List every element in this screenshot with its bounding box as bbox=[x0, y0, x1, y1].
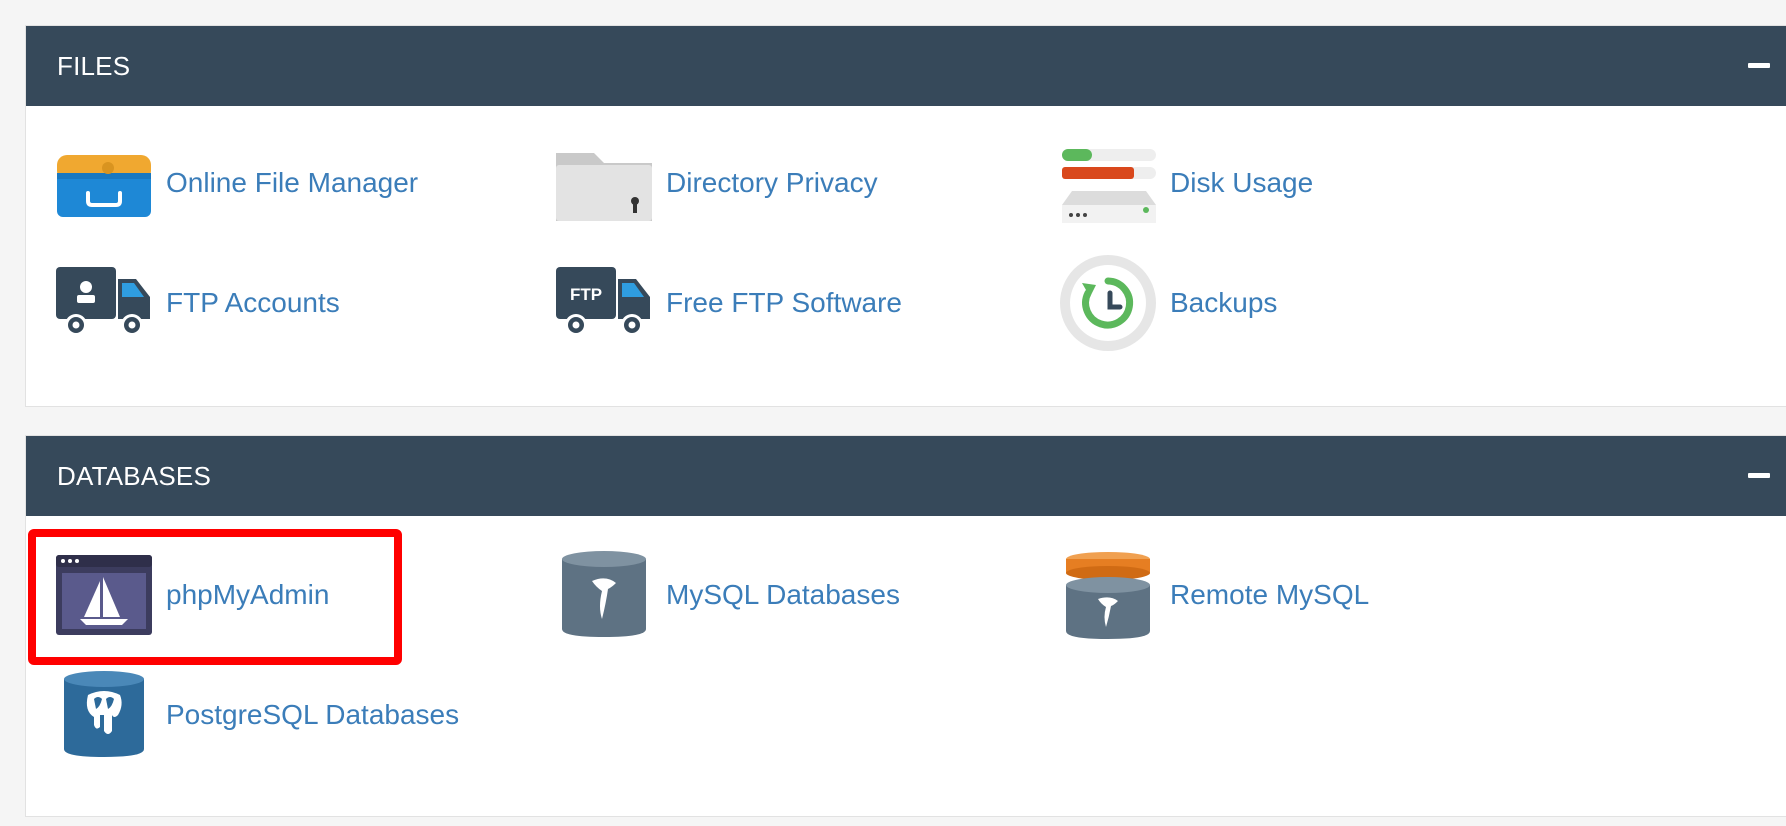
item-postgresql-databases[interactable]: PostgreSQL Databases bbox=[54, 665, 459, 765]
item-label[interactable]: Backups bbox=[1170, 287, 1277, 319]
ftp-accounts-icon bbox=[54, 253, 154, 353]
item-label[interactable]: PostgreSQL Databases bbox=[166, 699, 459, 731]
item-free-ftp-software[interactable]: FTP Free FTP Software bbox=[554, 253, 902, 353]
disk-usage-icon bbox=[1058, 133, 1158, 233]
files-panel-header[interactable]: FILES bbox=[26, 26, 1786, 106]
mysql-databases-icon bbox=[554, 545, 654, 645]
item-phpmyadmin[interactable]: phpMyAdmin bbox=[54, 545, 329, 645]
databases-collapse-button[interactable] bbox=[1740, 464, 1776, 488]
item-disk-usage[interactable]: Disk Usage bbox=[1058, 133, 1313, 233]
item-label[interactable]: Free FTP Software bbox=[666, 287, 902, 319]
databases-panel-title: DATABASES bbox=[57, 461, 211, 491]
item-remote-mysql[interactable]: Remote MySQL bbox=[1058, 545, 1369, 645]
phpmyadmin-icon bbox=[54, 545, 154, 645]
directory-privacy-icon bbox=[554, 133, 654, 233]
ftp-badge-text: FTP bbox=[570, 285, 602, 304]
databases-panel: DATABASES phpMyAdmin MySQL Databases Rem… bbox=[25, 435, 1786, 817]
ftp-software-icon: FTP bbox=[554, 253, 654, 353]
item-label[interactable]: FTP Accounts bbox=[166, 287, 340, 319]
files-collapse-button[interactable] bbox=[1740, 54, 1776, 78]
item-online-file-manager[interactable]: Online File Manager bbox=[54, 133, 418, 233]
item-directory-privacy[interactable]: Directory Privacy bbox=[554, 133, 878, 233]
files-panel-title: FILES bbox=[57, 51, 131, 81]
item-backups[interactable]: Backups bbox=[1058, 253, 1277, 353]
item-label[interactable]: MySQL Databases bbox=[666, 579, 900, 611]
cpanel-page: FILES Online File Manager Directory Priv… bbox=[0, 0, 1786, 826]
file-manager-icon bbox=[54, 133, 154, 233]
remote-mysql-icon bbox=[1058, 545, 1158, 645]
databases-panel-header[interactable]: DATABASES bbox=[26, 436, 1786, 516]
item-label[interactable]: Disk Usage bbox=[1170, 167, 1313, 199]
backups-icon bbox=[1058, 253, 1158, 353]
item-ftp-accounts[interactable]: FTP Accounts bbox=[54, 253, 340, 353]
postgresql-icon bbox=[54, 665, 154, 765]
item-label[interactable]: phpMyAdmin bbox=[166, 579, 329, 611]
files-panel: FILES Online File Manager Directory Priv… bbox=[25, 25, 1786, 407]
item-label[interactable]: Directory Privacy bbox=[666, 167, 878, 199]
item-label[interactable]: Online File Manager bbox=[166, 167, 418, 199]
item-label[interactable]: Remote MySQL bbox=[1170, 579, 1369, 611]
item-mysql-databases[interactable]: MySQL Databases bbox=[554, 545, 900, 645]
